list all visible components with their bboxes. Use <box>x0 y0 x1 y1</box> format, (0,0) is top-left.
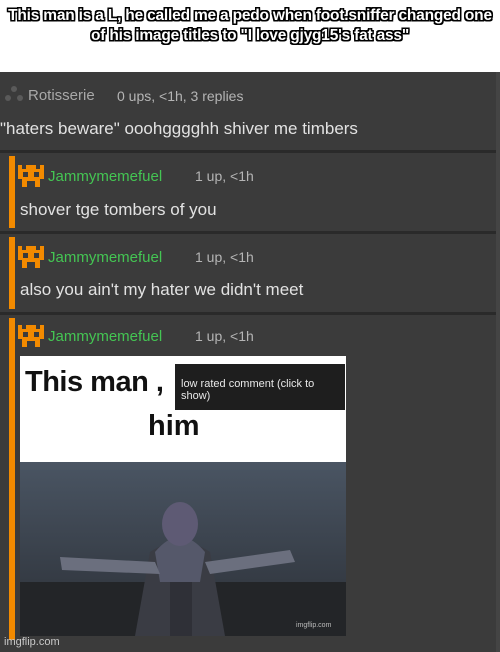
reply-thread-bar <box>9 318 15 640</box>
reply-2: Jammymemefuel 1 up, <1h also you ain't m… <box>5 237 500 312</box>
meme-line-1: This man , <box>25 366 164 398</box>
meme-caption-banner: This man is a L, he called me a pedo whe… <box>0 0 500 72</box>
thanos-scene-image <box>20 462 346 636</box>
reply-thread-bar <box>9 237 15 309</box>
reply-body: shover tge tombers of you <box>20 200 217 219</box>
divider <box>0 150 500 153</box>
root-comment: Rotisserie 0 ups, <1h, 3 replies "haters… <box>0 77 500 150</box>
meme-watermark: imgflip.com <box>296 622 332 629</box>
reply-1: Jammymemefuel 1 up, <1h shover tge tombe… <box>5 156 500 231</box>
scrollbar[interactable] <box>496 72 500 652</box>
reply-username[interactable]: Jammymemefuel <box>48 328 162 345</box>
divider <box>0 231 500 234</box>
comment-body: "haters beware" ooohgggghh shiver me tim… <box>0 119 358 138</box>
comment-username[interactable]: Rotisserie <box>28 87 95 104</box>
reply-username[interactable]: Jammymemefuel <box>48 168 162 185</box>
imgflip-watermark: imgflip.com <box>4 636 60 648</box>
comment-meta: 0 ups, <1h, 3 replies <box>117 88 244 104</box>
reply-username[interactable]: Jammymemefuel <box>48 249 162 266</box>
pixel-avatar-icon <box>18 246 44 268</box>
reply-meta: 1 up, <1h <box>195 168 254 184</box>
pixel-avatar-icon <box>18 325 44 347</box>
pixel-avatar-icon <box>18 165 44 187</box>
reply-thread-bar <box>9 156 15 228</box>
reply-meta: 1 up, <1h <box>195 328 254 344</box>
reply-body: also you ain't my hater we didn't meet <box>20 280 304 299</box>
divider <box>0 312 500 315</box>
meme-line-2: him <box>148 410 200 442</box>
banner-caption: This man is a L, he called me a pedo whe… <box>8 7 492 44</box>
tri-dots-icon <box>5 86 23 101</box>
meme-image[interactable]: This man , low rated comment (click to s… <box>20 356 346 636</box>
reply-3: Jammymemefuel 1 up, <1h This man , low r… <box>5 318 500 652</box>
low-rated-overlay[interactable]: low rated comment (click to show) <box>175 364 345 410</box>
reply-meta: 1 up, <1h <box>195 249 254 265</box>
low-rated-label: low rated comment (click to show) <box>181 378 315 402</box>
